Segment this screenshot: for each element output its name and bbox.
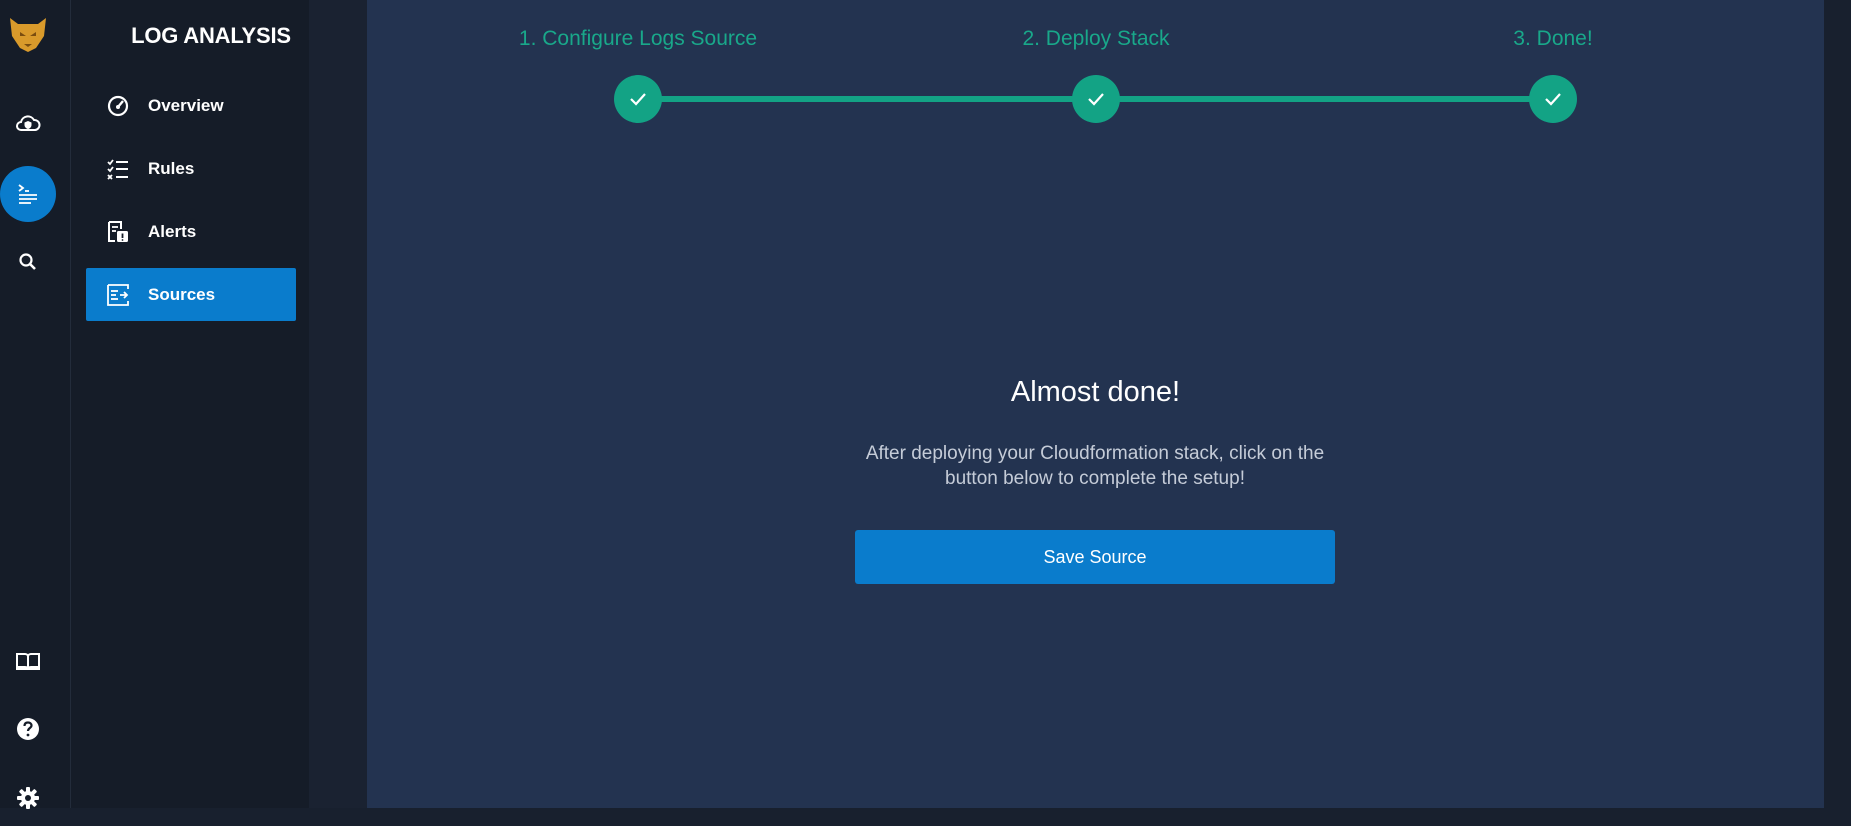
docs-nav[interactable] xyxy=(0,633,56,689)
cloud-shield-icon xyxy=(16,115,41,131)
sources-icon xyxy=(107,284,129,306)
help-nav[interactable] xyxy=(0,701,56,757)
icon-rail xyxy=(0,0,71,809)
step-label-deploy: 2. Deploy Stack xyxy=(1022,27,1170,50)
settings-nav[interactable] xyxy=(0,770,56,826)
check-icon xyxy=(1088,93,1104,106)
terminal-list-icon xyxy=(18,184,37,204)
sidebar-item-label: Sources xyxy=(148,284,216,304)
check-icon xyxy=(630,93,646,106)
step-indicator-configure xyxy=(614,75,662,123)
right-gutter xyxy=(1824,0,1851,808)
step-label-done: 3. Done! xyxy=(1513,27,1593,50)
search-nav[interactable] xyxy=(0,234,56,290)
completion-description: After deploying your Cloudformation stac… xyxy=(865,443,1325,489)
sidebar-item-rules[interactable]: Rules xyxy=(86,142,296,195)
help-icon xyxy=(17,718,39,740)
save-source-button[interactable]: Save Source xyxy=(855,530,1335,584)
check-icon xyxy=(1545,93,1561,106)
gauge-icon xyxy=(107,95,129,117)
sidebar-item-overview[interactable]: Overview xyxy=(86,79,296,132)
alert-document-icon xyxy=(108,221,128,242)
sidebar-item-label: Overview xyxy=(148,95,224,115)
sidebar-item-alerts[interactable]: Alerts xyxy=(86,205,296,258)
search-icon xyxy=(19,253,36,270)
step-label-configure: 1. Configure Logs Source xyxy=(518,27,758,50)
step-indicator-deploy xyxy=(1072,75,1120,123)
step-indicator-done xyxy=(1529,75,1577,123)
cloud-security-nav[interactable] xyxy=(0,96,56,152)
book-icon xyxy=(16,653,40,670)
sidebar-item-label: Rules xyxy=(148,158,195,178)
sidebar-item-label: Alerts xyxy=(148,221,197,241)
gear-icon xyxy=(17,787,39,809)
checklist-icon xyxy=(107,159,128,180)
sidebar-title: LOG ANALYSIS xyxy=(131,23,291,48)
content-gutter xyxy=(309,0,367,808)
sidebar: LOG ANALYSIS Overview Rules Alerts Sourc… xyxy=(71,0,309,808)
completion-heading: Almost done! xyxy=(1010,376,1181,408)
log-analysis-nav[interactable] xyxy=(0,166,56,222)
step-connector xyxy=(1096,96,1553,102)
logo-icon[interactable] xyxy=(6,14,50,54)
main-content: 1. Configure Logs Source 2. Deploy Stack… xyxy=(367,0,1824,808)
sidebar-item-sources[interactable]: Sources xyxy=(86,268,296,321)
step-connector xyxy=(638,96,1096,102)
